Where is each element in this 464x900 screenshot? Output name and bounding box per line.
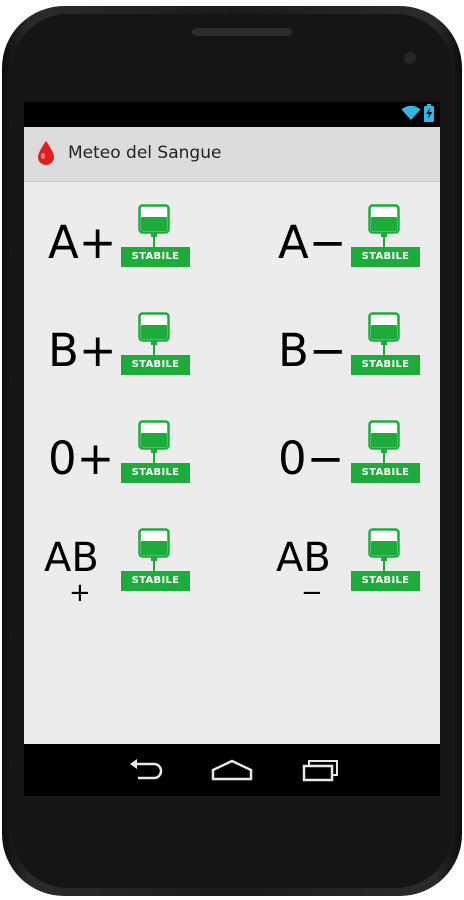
blood-type-grid: A+ STABILE A− STABILE B+ STABILE B− STABILE 0+ ST… — [24, 182, 440, 744]
blood-type-card-0-pos[interactable]: 0+ STABILE — [42, 416, 232, 516]
blood-bag-icon — [138, 312, 172, 360]
blood-type-label: B− — [278, 324, 347, 377]
blood-type-label: 0+ — [48, 432, 115, 485]
battery-charging-icon — [424, 104, 434, 126]
home-icon — [211, 759, 253, 781]
blood-type-card-ab-pos[interactable]: + AB STABILE — [42, 524, 232, 624]
wifi-icon — [401, 105, 421, 125]
blood-bag-icon — [138, 420, 172, 468]
app-title: Meteo del Sangue — [68, 143, 222, 163]
recent-apps-button[interactable] — [290, 754, 350, 786]
blood-drop-icon[interactable] — [36, 140, 56, 172]
blood-bag-icon — [368, 204, 402, 252]
blood-bag-icon — [138, 528, 172, 576]
blood-type-card-b-pos[interactable]: B+ STABILE — [42, 308, 232, 408]
blood-type-label: 0− — [278, 432, 345, 485]
status-badge: STABILE — [121, 463, 190, 483]
blood-type-card-ab-neg[interactable]: − AB STABILE — [272, 524, 440, 624]
status-badge: STABILE — [351, 355, 420, 375]
action-bar: Meteo del Sangue — [24, 127, 440, 182]
back-icon — [130, 759, 163, 780]
blood-type-label: A+ — [48, 216, 117, 269]
status-bar — [24, 102, 440, 127]
blood-type-label: AB — [44, 535, 99, 581]
recent-apps-icon — [302, 760, 338, 782]
blood-type-card-0-neg[interactable]: 0− STABILE — [272, 416, 440, 516]
back-button[interactable] — [116, 754, 176, 786]
blood-type-label: B+ — [48, 324, 117, 377]
front-camera — [404, 52, 416, 64]
screen: Meteo del Sangue A+ STABILE A− STABILE B+ STA… — [24, 102, 440, 796]
blood-bag-icon — [368, 420, 402, 468]
status-badge: STABILE — [121, 355, 190, 375]
status-badge: STABILE — [351, 571, 420, 591]
blood-type-label: A− — [278, 216, 347, 269]
home-button[interactable] — [202, 754, 262, 786]
blood-type-card-b-neg[interactable]: B− STABILE — [272, 308, 440, 408]
blood-type-card-a-pos[interactable]: A+ STABILE — [42, 200, 232, 300]
blood-type-label: AB — [276, 535, 331, 581]
status-badge: STABILE — [121, 571, 190, 591]
rh-sign: + — [69, 578, 91, 608]
status-badge: STABILE — [121, 247, 190, 267]
status-badge: STABILE — [351, 247, 420, 267]
blood-bag-icon — [368, 528, 402, 576]
blood-type-card-a-neg[interactable]: A− STABILE — [272, 200, 440, 300]
rh-sign: − — [301, 578, 323, 608]
status-badge: STABILE — [351, 463, 420, 483]
navigation-bar — [24, 744, 440, 796]
blood-bag-icon — [368, 312, 402, 360]
blood-bag-icon — [138, 204, 172, 252]
speaker-grille — [192, 28, 292, 36]
